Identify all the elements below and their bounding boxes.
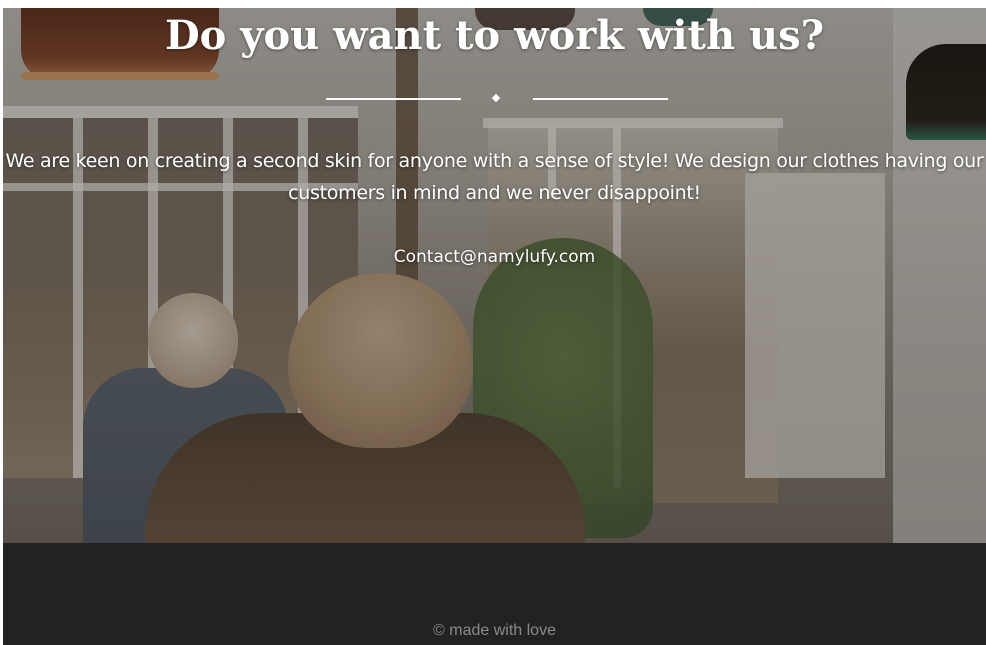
title-divider	[326, 93, 668, 104]
contact-hero-section: Do you want to work with us? We are keen…	[3, 8, 986, 543]
divider-line-right	[533, 98, 668, 100]
page-footer: © made with love	[3, 543, 986, 645]
hero-content: Do you want to work with us? We are keen…	[3, 8, 986, 543]
hero-description: We are keen on creating a second skin fo…	[5, 150, 984, 204]
hero-title: Do you want to work with us?	[164, 12, 825, 59]
footer-credit: © made with love	[433, 622, 556, 639]
diamond-icon	[491, 93, 501, 103]
page: Do you want to work with us? We are keen…	[3, 8, 986, 645]
contact-email-link[interactable]: Contact@namylufy.com	[394, 247, 596, 267]
divider-line-left	[326, 98, 461, 100]
contact-line: Contact@namylufy.com	[3, 244, 986, 270]
